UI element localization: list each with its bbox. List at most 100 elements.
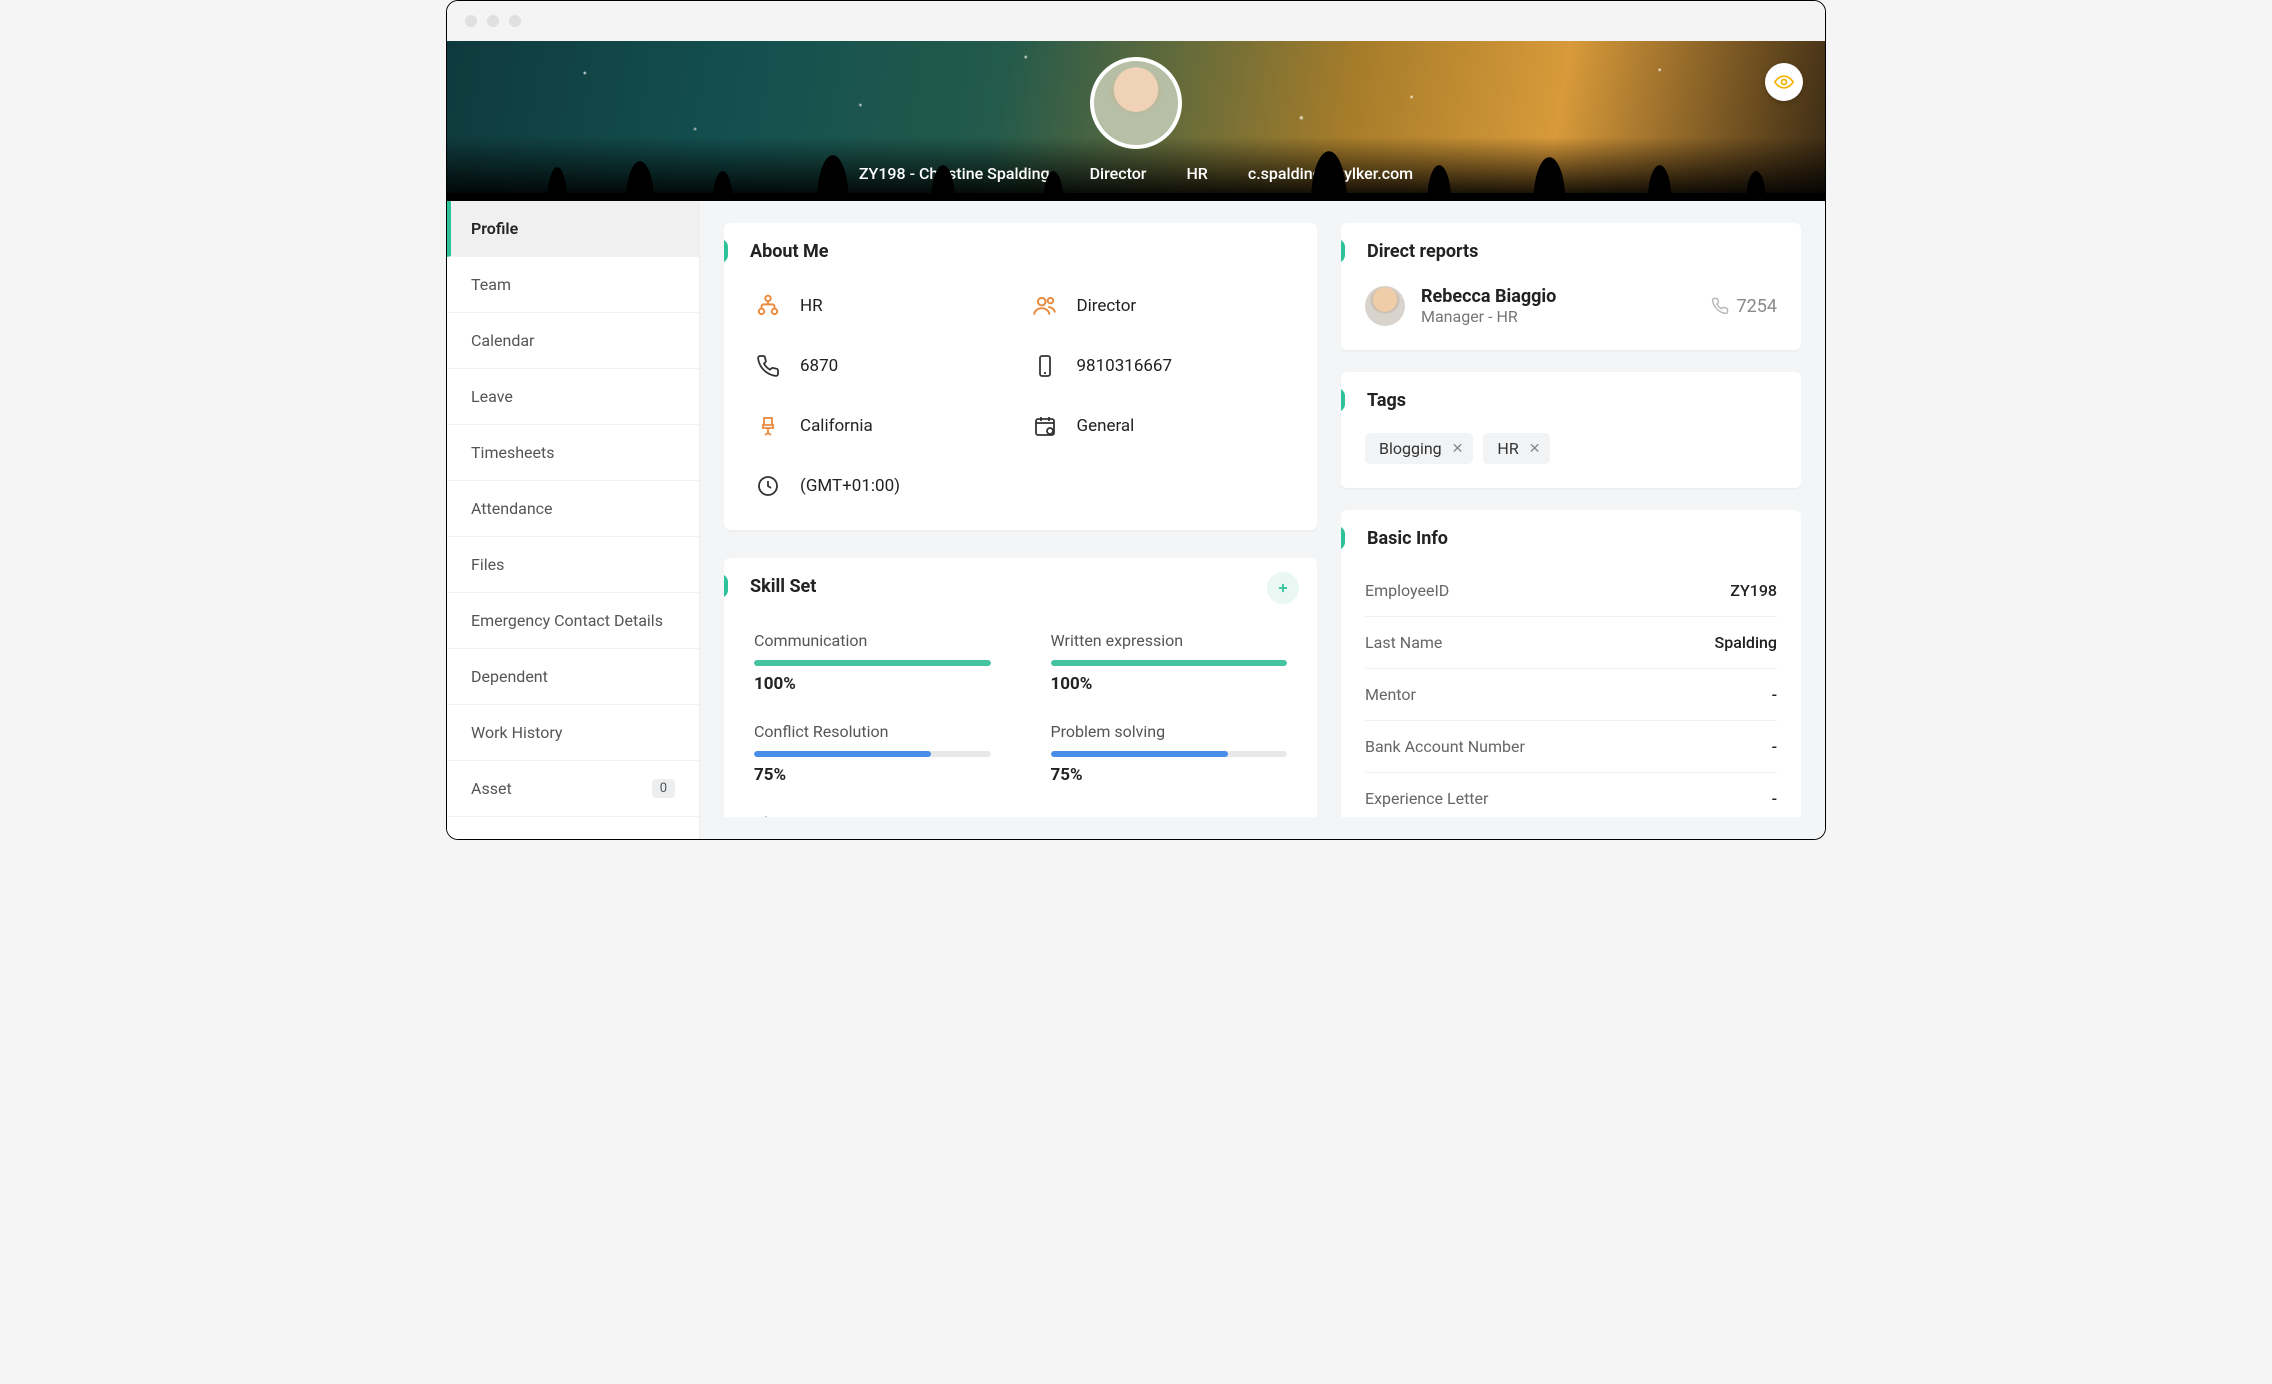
chair-icon bbox=[754, 412, 782, 440]
basic-info-row: Bank Account Number- bbox=[1365, 721, 1777, 773]
about-item-value: Director bbox=[1077, 296, 1137, 316]
profile-code-name: ZY198 - Christine Spalding bbox=[859, 164, 1050, 183]
about-item: 9810316667 bbox=[1031, 352, 1288, 380]
skill-bar-fill bbox=[1051, 660, 1288, 666]
window-titlebar bbox=[447, 1, 1825, 41]
basic-info-row: Last NameSpalding bbox=[1365, 617, 1777, 669]
sidebar-item-label: Emergency Contact Details bbox=[471, 611, 663, 630]
phone-icon bbox=[754, 352, 782, 380]
direct-reports-card: Direct reports Rebecca Biaggio Manager -… bbox=[1341, 223, 1801, 350]
skill-item: Communication100% bbox=[754, 631, 991, 694]
sidebar-item-files[interactable]: Files bbox=[447, 537, 699, 593]
basic-info-value: - bbox=[1772, 685, 1777, 704]
window-close-dot[interactable] bbox=[465, 15, 477, 27]
tag-remove-icon[interactable]: ✕ bbox=[1529, 441, 1541, 457]
about-item-value: General bbox=[1077, 416, 1135, 436]
sidebar-item-timesheets[interactable]: Timesheets bbox=[447, 425, 699, 481]
tag-label: Blogging bbox=[1379, 439, 1442, 458]
eye-icon bbox=[1774, 72, 1794, 92]
skill-name: Problem solving bbox=[1051, 722, 1288, 741]
sidebar-item-label: Asset bbox=[471, 779, 512, 798]
visibility-toggle-button[interactable] bbox=[1765, 63, 1803, 101]
sidebar-item-leave[interactable]: Leave bbox=[447, 369, 699, 425]
skill-percent: 75% bbox=[754, 765, 991, 785]
about-item-value: 6870 bbox=[800, 356, 838, 376]
tag-chip[interactable]: Blogging ✕ bbox=[1365, 433, 1473, 464]
sidebar-item-label: Files bbox=[471, 555, 504, 574]
direct-report-ext: 7254 bbox=[1737, 296, 1777, 317]
skill-bar-fill bbox=[754, 660, 991, 666]
phone-icon bbox=[1711, 297, 1729, 315]
basic-info-label: EmployeeID bbox=[1365, 581, 1449, 600]
main-content: About Me HR Director 6870 9810316667 Califor… bbox=[700, 201, 1825, 839]
skill-item: Conflict Resolution75% bbox=[754, 722, 991, 785]
tag-label: HR bbox=[1497, 439, 1518, 458]
about-me-grid: HR Director 6870 9810316667 California Genera… bbox=[724, 272, 1317, 530]
about-item: 6870 bbox=[754, 352, 1011, 380]
sidebar-item-work-history[interactable]: Work History bbox=[447, 705, 699, 761]
sidebar-item-profile[interactable]: Profile bbox=[447, 201, 699, 257]
sidebar-item-calendar[interactable]: Calendar bbox=[447, 313, 699, 369]
sidebar-item-attendance[interactable]: Attendance bbox=[447, 481, 699, 537]
skill-set-title: Skill Set bbox=[724, 558, 1317, 607]
about-item: General bbox=[1031, 412, 1288, 440]
skill-bar-fill bbox=[754, 751, 931, 757]
skill-set-card: Skill Set Communication100% Written expre… bbox=[724, 558, 1317, 817]
basic-info-row: EmployeeID ZY198 bbox=[1365, 565, 1777, 617]
tag-remove-icon[interactable]: ✕ bbox=[1452, 441, 1464, 457]
tag-chip[interactable]: HR ✕ bbox=[1483, 433, 1550, 464]
direct-report-row[interactable]: Rebecca Biaggio Manager - HR 7254 bbox=[1341, 272, 1801, 350]
about-item: Director bbox=[1031, 292, 1288, 320]
basic-info-value: ZY198 bbox=[1730, 581, 1777, 600]
tags-title: Tags bbox=[1341, 372, 1801, 421]
calendar-icon bbox=[1031, 412, 1059, 440]
direct-report-name: Rebecca Biaggio bbox=[1421, 286, 1556, 307]
sidebar-item-label: Attendance bbox=[471, 499, 553, 518]
left-column: About Me HR Director 6870 9810316667 Califor… bbox=[724, 223, 1317, 817]
profile-header-info: ZY198 - Christine Spalding Director HR c… bbox=[859, 164, 1413, 201]
basic-info-row: Experience Letter- bbox=[1365, 773, 1777, 817]
direct-reports-title: Direct reports bbox=[1341, 223, 1801, 272]
skill-bar bbox=[1051, 660, 1288, 666]
profile-avatar[interactable] bbox=[1090, 57, 1182, 149]
sidebar-item-team[interactable]: Team bbox=[447, 257, 699, 313]
profile-title: Director bbox=[1090, 164, 1147, 183]
skill-bar bbox=[754, 751, 991, 757]
sidebar-item-label: Calendar bbox=[471, 331, 534, 350]
skill-percent: 100% bbox=[754, 674, 991, 694]
basic-info-label: Last Name bbox=[1365, 633, 1442, 652]
add-skill-button[interactable] bbox=[1267, 572, 1299, 604]
profile-cover: ZY198 - Christine Spalding Director HR c… bbox=[447, 41, 1825, 201]
basic-info-value: - bbox=[1772, 789, 1777, 808]
people-icon bbox=[1031, 292, 1059, 320]
about-item: HR bbox=[754, 292, 1011, 320]
right-column: Direct reports Rebecca Biaggio Manager -… bbox=[1341, 223, 1801, 817]
sidebar-item-label: Leave bbox=[471, 387, 513, 406]
clock-icon bbox=[754, 472, 782, 500]
direct-report-phone[interactable]: 7254 bbox=[1711, 296, 1777, 317]
sidebar-item-label: Work History bbox=[471, 723, 562, 742]
sidebar-item-label: Profile bbox=[471, 219, 518, 238]
sidebar-item-badge: 0 bbox=[652, 779, 675, 798]
plus-icon bbox=[1276, 581, 1290, 595]
about-item-value: 9810316667 bbox=[1077, 356, 1173, 376]
window-min-dot[interactable] bbox=[487, 15, 499, 27]
about-item-value: HR bbox=[800, 296, 823, 316]
sidebar-item-dependent[interactable]: Dependent bbox=[447, 649, 699, 705]
basic-info-title: Basic Info bbox=[1341, 510, 1801, 559]
sidebar-item-emergency-contact-details[interactable]: Emergency Contact Details bbox=[447, 593, 699, 649]
sidebar-item-label: Team bbox=[471, 275, 511, 294]
about-me-card: About Me HR Director 6870 9810316667 Califor… bbox=[724, 223, 1317, 530]
tags-card: Tags Blogging ✕ HR ✕ bbox=[1341, 372, 1801, 488]
basic-info-row: Mentor- bbox=[1365, 669, 1777, 721]
window-max-dot[interactable] bbox=[509, 15, 521, 27]
mobile-icon bbox=[1031, 352, 1059, 380]
sidebar-item-asset[interactable]: Asset 0 bbox=[447, 761, 699, 817]
skill-bar-fill bbox=[1051, 751, 1228, 757]
direct-report-avatar bbox=[1365, 286, 1405, 326]
about-item: California bbox=[754, 412, 1011, 440]
skill-grid: Communication100% Written expression100% C… bbox=[724, 619, 1317, 817]
app-window: ZY198 - Christine Spalding Director HR c… bbox=[446, 0, 1826, 840]
about-me-title: About Me bbox=[724, 223, 1317, 272]
skill-item: Written expression100% bbox=[1051, 631, 1288, 694]
